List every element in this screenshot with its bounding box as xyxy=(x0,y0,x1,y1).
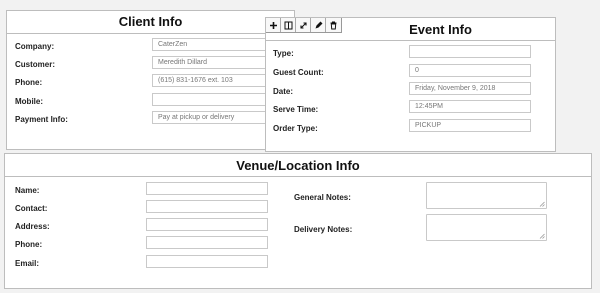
type-label: Type: xyxy=(273,49,294,58)
venue-address-label: Address: xyxy=(15,222,50,231)
guest-count-label: Guest Count: xyxy=(273,68,324,77)
type-field[interactable] xyxy=(409,45,531,58)
venue-contact-label: Contact: xyxy=(15,204,48,213)
venue-info-title: Venue/Location Info xyxy=(5,154,591,177)
date-field[interactable]: Friday, November 9, 2018 xyxy=(409,82,531,95)
client-info-panel: Client Info Company: CaterZen Customer: … xyxy=(6,10,295,150)
customer-field[interactable]: Meredith Dillard xyxy=(152,56,282,69)
plus-icon[interactable] xyxy=(266,18,281,32)
venue-phone-label: Phone: xyxy=(15,240,43,249)
phone-field[interactable]: (615) 831-1676 ext. 103 xyxy=(152,74,282,87)
venue-name-field[interactable] xyxy=(146,182,268,195)
client-info-title: Client Info xyxy=(7,11,294,34)
phone-label: Phone: xyxy=(15,78,43,87)
guest-count-field[interactable]: 0 xyxy=(409,64,531,77)
order-type-field[interactable]: PICKUP xyxy=(409,119,531,132)
company-label: Company: xyxy=(15,42,55,51)
company-field[interactable]: CaterZen xyxy=(152,38,282,51)
event-info-panel: Event Info Type: Guest Count: 0 Date: Fr… xyxy=(265,17,556,152)
resize-grip-icon[interactable] xyxy=(539,201,545,207)
serve-time-field[interactable]: 12:45PM xyxy=(409,100,531,113)
columns-icon[interactable] xyxy=(281,18,296,32)
pencil-icon[interactable] xyxy=(311,18,326,32)
venue-contact-field[interactable] xyxy=(146,200,268,213)
general-notes-textarea[interactable] xyxy=(426,182,547,209)
venue-name-label: Name: xyxy=(15,186,40,195)
serve-time-label: Serve Time: xyxy=(273,105,319,114)
venue-email-label: Email: xyxy=(15,259,40,268)
mobile-label: Mobile: xyxy=(15,97,43,106)
venue-info-panel: Venue/Location Info Name: Contact: Addre… xyxy=(4,153,592,289)
payment-info-label: Payment Info: xyxy=(15,115,68,124)
general-notes-label: General Notes: xyxy=(294,193,351,202)
resize-icon[interactable] xyxy=(296,18,311,32)
payment-info-field[interactable]: Pay at pickup or delivery xyxy=(152,111,282,124)
delivery-notes-label: Delivery Notes: xyxy=(294,225,353,234)
mobile-field[interactable] xyxy=(152,93,282,106)
trash-icon[interactable] xyxy=(326,18,341,32)
order-type-label: Order Type: xyxy=(273,124,318,133)
resize-grip-icon[interactable] xyxy=(539,233,545,239)
date-label: Date: xyxy=(273,87,294,96)
venue-phone-field[interactable] xyxy=(146,236,268,249)
customer-label: Customer: xyxy=(15,60,56,69)
venue-email-field[interactable] xyxy=(146,255,268,268)
panel-toolbar xyxy=(266,18,342,33)
venue-address-field[interactable] xyxy=(146,218,268,231)
delivery-notes-textarea[interactable] xyxy=(426,214,547,241)
